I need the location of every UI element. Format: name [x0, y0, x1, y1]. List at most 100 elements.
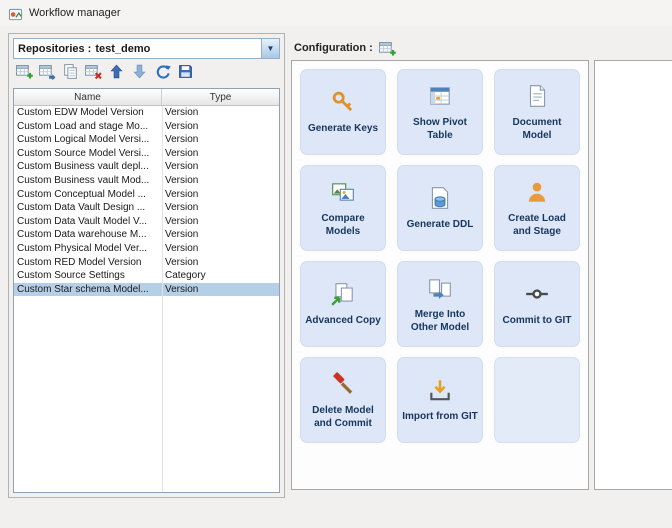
table-cell: Version	[165, 256, 199, 268]
table-cell: Custom Star schema Model...	[17, 283, 149, 295]
pivot-table-icon	[427, 83, 453, 109]
table-cell: Version	[165, 120, 199, 132]
document-icon	[524, 83, 550, 109]
tile-commit-to-git[interactable]: Commit to GIT	[494, 261, 580, 347]
move-down-icon[interactable]	[129, 61, 149, 81]
repo-table: Name Type Custom EDW Model Version Versio…	[13, 88, 280, 493]
tile-create-load-and-stage[interactable]: Create Load and Stage	[494, 165, 580, 251]
table-cell: Custom Source Settings	[17, 270, 125, 282]
table-cell: Version	[165, 242, 199, 254]
table-cell: Custom Business vault depl...	[17, 161, 149, 173]
tile-generate-keys[interactable]: Generate Keys	[300, 69, 386, 155]
tiles-grid: Generate Keys Show Pivot Table Document Mo…	[292, 61, 588, 451]
tile-label: Compare Models	[321, 212, 365, 237]
table-cell: Version	[165, 202, 199, 214]
tile-label: Show Pivot Table	[413, 116, 467, 141]
tile-label: Import from GIT	[402, 411, 478, 422]
table-cell: Custom Logical Model Versi...	[17, 134, 150, 146]
table-row[interactable]: Custom Data warehouse M... Version	[14, 228, 279, 242]
delete-table-icon[interactable]	[83, 61, 103, 81]
table-cell: Version	[165, 283, 199, 295]
detail-panel	[594, 60, 672, 490]
tile-label: Document Model	[512, 116, 562, 141]
tile-generate-ddl[interactable]: Generate DDL	[397, 165, 483, 251]
table-cell: Custom EDW Model Version	[17, 107, 144, 118]
save-icon[interactable]	[175, 61, 195, 81]
table-cell: Custom Physical Model Ver...	[17, 242, 148, 254]
left-toolbar	[13, 59, 280, 83]
table-cell: Version	[165, 134, 199, 146]
table-cell: Category	[165, 270, 206, 282]
table-row[interactable]: Custom Business vault depl... Version	[14, 160, 279, 174]
compare-icon	[330, 179, 356, 205]
commit-git-icon	[524, 281, 550, 307]
titlebar: Workflow manager	[0, 0, 672, 26]
copy-icon[interactable]	[60, 61, 80, 81]
table-row[interactable]: Custom Data Vault Model V... Version	[14, 215, 279, 229]
table-row[interactable]: Custom Conceptual Model ... Version	[14, 188, 279, 202]
table-cell: Custom Load and stage Mo...	[17, 120, 149, 132]
table-cell: Version	[165, 229, 199, 241]
move-up-icon[interactable]	[106, 61, 126, 81]
table-row[interactable]: Custom Logical Model Versi... Version	[14, 133, 279, 147]
database-document-icon	[427, 185, 453, 211]
tile-label: Delete Model and Commit	[312, 404, 374, 429]
table-cell: Version	[165, 107, 199, 118]
configuration-panel: Generate Keys Show Pivot Table Document Mo…	[291, 60, 589, 490]
table-cell: Version	[165, 215, 199, 227]
table-row[interactable]: Custom Physical Model Ver... Version	[14, 242, 279, 256]
table-cell: Custom Source Model Versi...	[17, 147, 150, 159]
tile-show-pivot-table[interactable]: Show Pivot Table	[397, 69, 483, 155]
duplicate-table-icon[interactable]	[37, 61, 57, 81]
tile-import-from-git[interactable]: Import from GIT	[397, 357, 483, 443]
configuration-header: Configuration :	[294, 38, 396, 58]
table-header: Name Type	[14, 89, 279, 106]
tile-label: Advanced Copy	[305, 315, 381, 326]
tile-empty[interactable]	[494, 357, 580, 443]
table-cell: Custom Data Vault Design ...	[17, 202, 146, 214]
table-cell: Custom Data warehouse M...	[17, 229, 147, 241]
repository-value: test_demo	[95, 42, 151, 55]
table-cell: Version	[165, 174, 199, 186]
repositories-label: Repositories :	[18, 42, 92, 55]
add-config-icon[interactable]	[378, 40, 396, 57]
tile-label: Merge Into Other Model	[410, 308, 470, 333]
advanced-copy-icon	[330, 281, 356, 307]
table-row[interactable]: Custom Data Vault Design ... Version	[14, 201, 279, 215]
window-title: Workflow manager	[29, 7, 121, 19]
table-row[interactable]: Custom RED Model Version Version	[14, 256, 279, 270]
merge-icon	[427, 275, 453, 301]
table-cell: Version	[165, 188, 199, 200]
table-cell: Custom Conceptual Model ...	[17, 188, 146, 200]
table-cell: Version	[165, 161, 199, 173]
repositories-panel: Repositories : test_demo ▼ Name Type Cus…	[8, 33, 285, 498]
app-icon	[8, 6, 23, 21]
name-column-header[interactable]: Name	[14, 89, 162, 105]
table-cell: Custom Business vault Mod...	[17, 174, 150, 186]
tile-document-model[interactable]: Document Model	[494, 69, 580, 155]
refresh-icon[interactable]	[152, 61, 172, 81]
tile-advanced-copy[interactable]: Advanced Copy	[300, 261, 386, 347]
repositories-combo[interactable]: Repositories : test_demo ▼	[13, 38, 280, 59]
tile-delete-model-and-commit[interactable]: Delete Model and Commit	[300, 357, 386, 443]
table-row[interactable]: Custom Load and stage Mo... Version	[14, 120, 279, 134]
type-column-header[interactable]: Type	[162, 89, 279, 105]
new-table-icon[interactable]	[14, 61, 34, 81]
table-row[interactable]: Custom Source Settings Category	[14, 269, 279, 283]
configuration-label: Configuration :	[294, 42, 373, 54]
tile-merge-into-other-model[interactable]: Merge Into Other Model	[397, 261, 483, 347]
table-row[interactable]: Custom Business vault Mod... Version	[14, 174, 279, 188]
load-stage-icon	[524, 179, 550, 205]
table-row[interactable]: Custom EDW Model Version Version	[14, 106, 279, 120]
table-cell: Custom RED Model Version	[17, 256, 142, 268]
key-icon	[330, 89, 356, 115]
import-git-icon	[427, 377, 453, 403]
tile-label: Generate DDL	[406, 219, 474, 230]
table-row[interactable]: Custom Source Model Versi... Version	[14, 147, 279, 161]
delete-commit-icon	[330, 371, 356, 397]
combo-dropdown-button[interactable]: ▼	[261, 39, 279, 58]
tile-label: Create Load and Stage	[508, 212, 566, 237]
table-cell: Version	[165, 147, 199, 159]
tile-compare-models[interactable]: Compare Models	[300, 165, 386, 251]
table-row[interactable]: Custom Star schema Model... Version	[14, 282, 279, 297]
